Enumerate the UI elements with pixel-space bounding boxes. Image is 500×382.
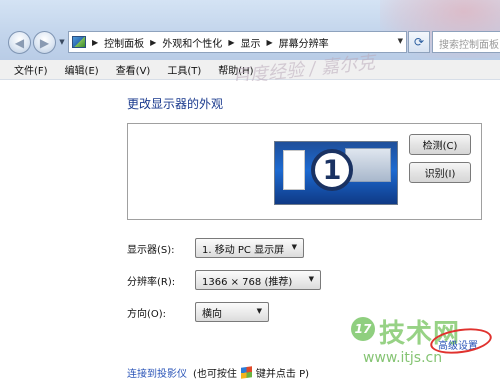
resolution-select-value: 1366 × 768 (推荐) — [202, 276, 293, 288]
chevron-right-icon[interactable]: ▶ — [92, 38, 98, 47]
windows-key-icon — [240, 366, 252, 379]
page-title: 更改显示器的外观 — [127, 97, 224, 111]
main-content: 更改显示器的外观 1 检测(C) 识别(I) 显示器(S): 1. 移动 PC … — [0, 81, 500, 382]
breadcrumb-display[interactable]: 显示 — [240, 35, 260, 50]
breadcrumb-appearance[interactable]: 外观和个性化 — [162, 35, 222, 50]
orientation-label: 方向(O): — [127, 309, 167, 320]
address-bar[interactable]: ▶ 控制面板 ▶ 外观和个性化 ▶ 显示 ▶ 屏幕分辨率 ▼ — [68, 31, 407, 53]
forward-arrow-icon: ▶ — [39, 35, 50, 50]
brand-url: www.itjs.cn — [363, 350, 443, 366]
breadcrumb-screen-resolution[interactable]: 屏幕分辨率 — [279, 35, 329, 50]
display-select-value: 1. 移动 PC 显示屏 — [202, 244, 285, 256]
menu-edit[interactable]: 编辑(E) — [65, 62, 99, 77]
menu-bar: 文件(F) 编辑(E) 查看(V) 工具(T) 帮助(H) — [0, 60, 500, 80]
control-panel-icon — [72, 36, 86, 48]
detect-button[interactable]: 检测(C) — [409, 134, 471, 155]
menu-file[interactable]: 文件(F) — [14, 62, 48, 77]
breadcrumb-control-panel[interactable]: 控制面板 — [104, 35, 144, 50]
chevron-right-icon[interactable]: ▶ — [228, 38, 234, 47]
refresh-button[interactable]: ⟳ — [408, 31, 430, 53]
refresh-icon: ⟳ — [413, 35, 425, 49]
menu-tools[interactable]: 工具(T) — [167, 62, 201, 77]
monitor-window-left — [283, 150, 305, 190]
projector-hint-suffix: 键并点击 P) — [255, 369, 310, 380]
menu-view[interactable]: 查看(V) — [116, 62, 151, 77]
address-dropdown-icon[interactable]: ▼ — [398, 37, 403, 45]
chevron-down-icon: ▼ — [308, 275, 314, 283]
orientation-select-value: 横向 — [202, 308, 222, 320]
display-label: 显示器(S): — [127, 245, 175, 256]
monitor-1[interactable]: 1 — [274, 141, 398, 205]
chevron-right-icon[interactable]: ▶ — [266, 38, 272, 47]
chevron-down-icon: ▼ — [291, 243, 297, 251]
chevron-right-icon[interactable]: ▶ — [150, 38, 156, 47]
projector-hint: (也可按住 键并点击 P) — [193, 365, 309, 380]
identify-button[interactable]: 识别(I) — [409, 162, 471, 183]
connect-projector-link[interactable]: 连接到投影仪 — [127, 365, 187, 380]
chevron-down-icon: ▼ — [256, 307, 262, 315]
menu-help[interactable]: 帮助(H) — [218, 62, 253, 77]
recent-pages-dropdown-icon[interactable]: ▼ — [58, 37, 66, 47]
back-button[interactable]: ◀ — [8, 31, 31, 54]
search-input[interactable]: 搜索控制面板 — [432, 31, 500, 53]
resolution-select[interactable]: 1366 × 768 (推荐) ▼ — [195, 270, 321, 290]
back-arrow-icon: ◀ — [14, 35, 25, 50]
forward-button[interactable]: ▶ — [33, 31, 56, 54]
display-select[interactable]: 1. 移动 PC 显示屏 ▼ — [195, 238, 304, 258]
orientation-select[interactable]: 横向 ▼ — [195, 302, 269, 322]
highlight-circle — [428, 324, 494, 358]
brand-badge: 17 — [351, 317, 375, 341]
resolution-label: 分辨率(R): — [127, 277, 176, 288]
monitor-number: 1 — [311, 149, 353, 191]
projector-hint-prefix: (也可按住 — [193, 369, 237, 380]
